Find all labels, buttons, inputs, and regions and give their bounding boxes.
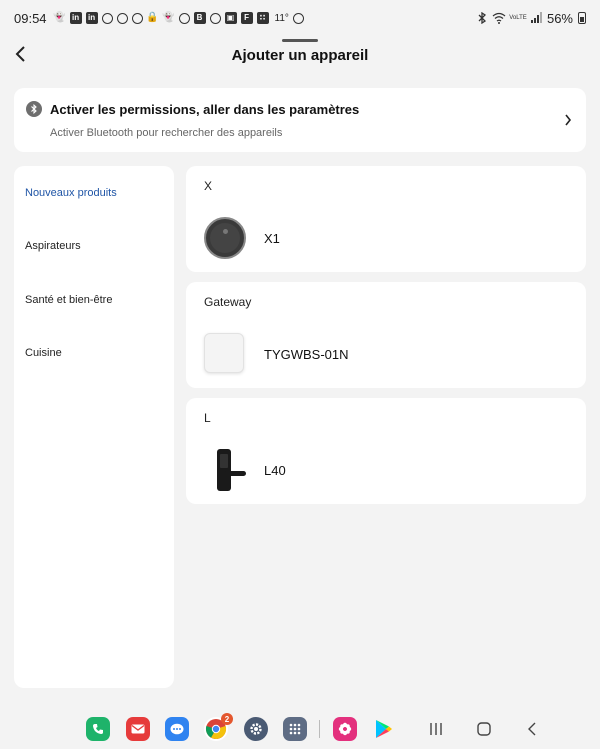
linkedin-icon: in [69,12,82,24]
wifi-icon [492,12,506,24]
device-group-card: L L40 [186,398,586,504]
home-button[interactable] [473,718,495,740]
flipboard-icon: F [240,12,253,24]
sidebar-item-cuisine[interactable]: Cuisine [25,347,62,359]
device-group-title: L [204,411,211,425]
circle-icon [209,12,221,24]
bluetooth-icon [478,12,486,24]
chrome-icon [101,12,113,24]
chrome-icon [116,12,128,24]
bbc-icon: B [193,12,206,24]
device-item-tygwbs-01n[interactable]: TYGWBS-01N [186,326,586,384]
status-bar: 09:54 👻 in in 🔒 👻 B ▣ F ∷ 11° VoLTE 56% [0,0,600,36]
recent-apps-button[interactable] [425,718,447,740]
bluetooth-permission-banner[interactable]: Activer les permissions, aller dans les … [14,88,586,152]
back-nav-icon [528,722,536,736]
device-group-title: Gateway [204,295,252,309]
volte-icon: VoLTE [509,15,527,21]
sidebar-item-aspirateurs[interactable]: Aspirateurs [25,240,81,252]
flower-app-icon[interactable] [333,717,357,741]
snapchat-icon: 👻 [162,12,175,23]
device-group-title: X [204,179,213,193]
page-title: Ajouter un appareil [231,46,369,64]
smart-lock-image [204,449,246,491]
email-app-icon[interactable] [126,717,150,741]
linkedin-icon: in [85,12,98,24]
battery-icon [578,12,586,24]
weather-icon [292,12,304,24]
drag-handle[interactable] [282,39,318,42]
home-icon [477,722,491,736]
bluetooth-icon [26,101,42,117]
banner-title: Activer les permissions, aller dans les … [50,102,360,117]
grid-icon: ∷ [256,12,269,24]
navigation-bar: 2 [0,706,600,749]
device-group-card: Gateway TYGWBS-01N [186,282,586,388]
phone-app-icon[interactable] [86,717,110,741]
chevron-right-icon [564,113,572,131]
category-sidebar: Nouveaux produits Aspirateurs Santé et b… [14,166,174,688]
notification-badge: 2 [221,713,233,725]
messages-app-icon[interactable] [165,717,189,741]
chat-icon [178,12,190,24]
device-name: X1 [264,231,280,246]
banner-subtitle: Activer Bluetooth pour rechercher des ap… [50,127,283,139]
sidebar-item-nouveaux-produits[interactable]: Nouveaux produits [25,187,117,199]
back-nav-button[interactable] [521,718,543,740]
play-store-icon[interactable] [372,717,396,741]
back-button[interactable] [6,40,34,68]
status-time: 09:54 [14,10,47,26]
header: Ajouter un appareil [0,36,600,72]
chrome-icon [131,12,143,24]
signal-icon [530,12,542,23]
chrome-app-icon[interactable]: 2 [204,713,233,741]
status-temperature: 11° [274,12,289,24]
battery-percent: 56% [546,10,573,26]
chevron-left-icon [15,46,25,62]
device-name: TYGWBS-01N [264,347,349,362]
device-item-x1[interactable]: X1 [186,210,586,268]
recent-apps-icon [430,723,442,735]
dock-divider [319,720,320,738]
robot-vacuum-image [204,217,246,259]
apps-grid-icon[interactable] [283,717,307,741]
device-name: L40 [264,463,286,478]
sidebar-item-sante[interactable]: Santé et bien-être [25,294,112,306]
gateway-image [204,333,246,375]
gallery-icon: ▣ [224,12,237,24]
device-group-card: X X1 [186,166,586,272]
device-item-l40[interactable]: L40 [186,442,586,500]
settings-app-icon[interactable] [244,717,268,741]
lock-icon: 🔒 [146,12,159,23]
snapchat-icon: 👻 [53,12,66,23]
